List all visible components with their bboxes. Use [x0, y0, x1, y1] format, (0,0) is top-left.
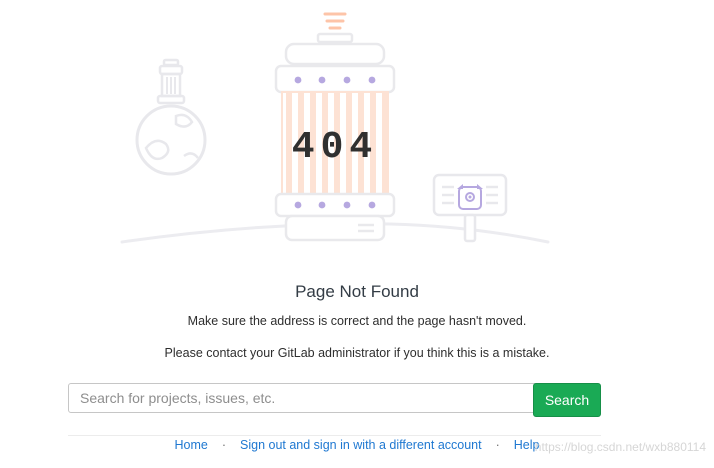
footer-divider	[68, 435, 601, 436]
search-input[interactable]	[68, 383, 538, 413]
sign-out-link[interactable]: Sign out and sign in with a different ac…	[240, 438, 482, 452]
search-button[interactable]: Search	[533, 383, 601, 417]
planet-icon	[135, 58, 207, 176]
error-message-contact: Please contact your GitLab administrator…	[164, 346, 550, 360]
404-illustration: 404	[120, 12, 550, 244]
watermark: https://blog.csdn.net/wxb880114	[534, 440, 706, 454]
page-title: Page Not Found	[295, 282, 419, 301]
tower-icon: 404	[274, 12, 396, 242]
footer-separator: ·	[495, 438, 500, 452]
footer-separator: ·	[221, 438, 226, 452]
error-code: 404	[292, 126, 378, 169]
home-link[interactable]: Home	[174, 438, 207, 452]
signpost-icon	[432, 173, 508, 243]
error-message-address: Make sure the address is correct and the…	[187, 314, 527, 328]
